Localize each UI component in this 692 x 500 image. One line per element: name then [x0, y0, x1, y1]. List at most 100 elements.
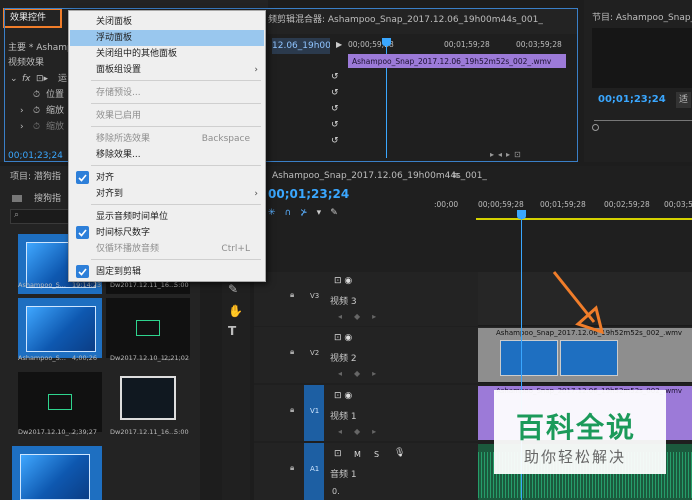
menu-item-close-panel[interactable]: 关闭面板 — [70, 14, 264, 30]
timeline-ruler-tick: 00;02;59;28 — [604, 200, 650, 209]
lock-icon[interactable]: 🔒︎ — [290, 463, 294, 473]
tools-panel: ✎ ✋ T — [222, 272, 250, 500]
menu-item-float-panel[interactable]: 浮动面板 — [70, 30, 264, 46]
play-icon[interactable]: ▶ — [336, 40, 342, 49]
keyframe-reset-icon[interactable]: ↺ — [331, 72, 339, 82]
ruler-tick: 00;01;59;28 — [444, 40, 490, 49]
track-name: 视频 1 — [330, 412, 357, 422]
project-search-label: 搜狗指 — [34, 194, 62, 204]
timeline-ruler-tick: 00;03;5 — [664, 200, 692, 209]
menu-item-remove-selected-effect[interactable]: 移除所选效果 Backspace — [70, 131, 264, 147]
keyframe-reset-icon[interactable]: ↺ — [331, 120, 339, 130]
keyframe-nav-icon[interactable]: ◂◆▸ — [338, 369, 388, 378]
menu-item-remove-effects[interactable]: 移除效果... — [70, 147, 264, 163]
footer-controls[interactable]: ▸◂▸⊡ — [490, 150, 525, 159]
track-id: A1 — [310, 465, 320, 473]
menu-shortcut: Backspace — [201, 134, 250, 144]
menu-item-label: 对齐 — [96, 173, 115, 183]
timeline-tool-icons[interactable]: ✳∩⊁▾✎ — [268, 208, 347, 218]
effect-controls-timecode[interactable]: 00;01;23;24 — [8, 148, 63, 164]
hand-tool-icon[interactable]: ✋ — [228, 304, 243, 318]
clip-thumbnail — [560, 340, 618, 376]
stopwatch-icon[interactable]: ⏱ — [33, 87, 40, 103]
menu-item-show-audio-time-units[interactable]: 显示音频时间单位 — [70, 209, 264, 225]
keyframe-reset-icon[interactable]: ↺ — [331, 88, 339, 98]
work-area-bar[interactable] — [476, 218, 692, 220]
project-item-name: Dw2017.12.10_... — [18, 428, 75, 436]
mute-button[interactable]: M — [354, 450, 361, 459]
program-scrubber[interactable] — [594, 120, 692, 121]
track-name: 音频 1 — [330, 470, 357, 480]
menu-item-timeline-ruler-numbers[interactable]: 时间标尺数字 — [70, 225, 264, 241]
program-timecode[interactable]: 00;01;23;24 — [598, 92, 666, 108]
project-item-duration: 5:00 — [174, 281, 189, 289]
lock-icon[interactable]: 🔒︎ — [290, 347, 294, 357]
menu-item-snap[interactable]: 对齐 — [70, 170, 264, 186]
program-title[interactable]: 节目: Ashampoo_Snap_2017.12.06_19h00m — [592, 10, 692, 26]
menu-shortcut: Ctrl+L — [221, 244, 250, 254]
menu-item-label: 对齐到 — [96, 189, 124, 199]
stopwatch-icon[interactable]: ⏱ — [33, 103, 40, 119]
expand-icon[interactable]: › — [20, 119, 24, 135]
menu-item-loop-audio-only[interactable]: 仅循环播放音频 Ctrl+L — [70, 241, 264, 257]
menu-separator — [91, 165, 261, 166]
submenu-arrow-icon: › — [254, 65, 258, 75]
type-tool-icon[interactable]: T — [228, 324, 236, 338]
expand-icon[interactable]: › — [20, 103, 24, 119]
program-fit-label[interactable]: 适 — [676, 92, 692, 108]
menu-item-save-preset[interactable]: 存储预设... — [70, 85, 264, 101]
track-header-v2: 🔒︎ V2 ⊡ ◉ 视频 2 ◂◆▸ — [254, 327, 478, 383]
watermark-title: 百科全说 — [516, 411, 637, 444]
track-controls-icon[interactable]: ⊡ ◉ — [334, 333, 352, 343]
microphone-icon[interactable]: 🎙︎ — [394, 448, 405, 458]
project-title[interactable]: 项目: 潜狗指 — [10, 169, 61, 185]
keyframe-reset-icon[interactable]: ↺ — [331, 104, 339, 114]
timeline-menu-icon[interactable]: ≡ — [452, 168, 460, 184]
stopwatch-icon[interactable]: ⏱ — [33, 119, 40, 135]
solo-button[interactable]: S — [374, 450, 379, 459]
menu-item-pin-to-clip[interactable]: 固定到剪辑 — [70, 264, 264, 280]
timeline-ruler-tick: 00;01;59;28 — [540, 200, 586, 209]
project-item-duration: 19;14;23 — [72, 281, 102, 289]
keyframe-nav-icon[interactable]: ◂◆▸ — [338, 312, 388, 321]
scale-label: 缩放 — [46, 106, 65, 116]
project-item-thumbnail[interactable] — [106, 298, 190, 358]
track-id: V3 — [310, 292, 320, 300]
keyframe-reset-icon[interactable]: ↺ — [331, 136, 339, 146]
project-item-thumbnail[interactable] — [120, 376, 176, 420]
track-header-v1: 🔒︎ V1 ⊡ ◉ 视频 1 ◂◆▸ — [254, 385, 478, 441]
menu-item-effect-enabled[interactable]: 效果已启用 — [70, 108, 264, 124]
project-item-duration: 2;39;27 — [72, 428, 98, 436]
project-item-thumbnail[interactable] — [18, 372, 102, 432]
playhead-handle[interactable] — [382, 38, 391, 46]
track-id: V2 — [310, 349, 320, 357]
track-controls-icon[interactable]: ⊡ ◉ — [334, 391, 352, 401]
keyframe-nav-icon[interactable]: ◂◆▸ — [338, 427, 388, 436]
menu-separator — [91, 204, 261, 205]
audio-level-value[interactable]: 0. — [332, 487, 340, 496]
project-item-thumbnail[interactable] — [12, 446, 102, 500]
audio-mixer-title[interactable]: 频剪辑混合器: Ashampoo_Snap_2017.12.06_19h00m4… — [268, 12, 578, 28]
watermark: 百科全说 助你轻松解决 — [494, 390, 666, 474]
lock-icon[interactable]: 🔒︎ — [290, 290, 294, 300]
menu-item-close-others[interactable]: 关闭组中的其他面板 — [70, 46, 264, 62]
track-controls-icon[interactable]: ⊡ — [334, 449, 342, 459]
menu-item-snap-to[interactable]: 对齐到 › — [70, 186, 264, 202]
timeline-ruler-tick: 00;00;59;28 — [478, 200, 524, 209]
program-scrubber-handle[interactable] — [592, 124, 599, 131]
source-label: 主要 * Ashampoo_Snap — [8, 43, 70, 53]
motion-label: 运 — [58, 74, 68, 84]
menu-item-label: 浮动面板 — [96, 33, 133, 43]
fx-chevron-icon[interactable]: ⌄ — [10, 71, 18, 87]
timeline-timecode[interactable]: 00;01;23;24 — [268, 187, 349, 201]
project-item-thumbnail[interactable] — [18, 298, 102, 358]
menu-item-panel-group-settings[interactable]: 面板组设置 › — [70, 62, 264, 78]
effect-controls-tab-label[interactable]: 效果控件 — [10, 10, 46, 26]
project-item-name: Ashampoo_S... — [18, 354, 66, 362]
track-controls-icon[interactable]: ⊡ ◉ — [334, 276, 352, 286]
lock-icon[interactable]: 🔒︎ — [290, 405, 294, 415]
pen-tool-icon[interactable]: ✎ — [228, 282, 238, 296]
search-input[interactable] — [10, 209, 74, 224]
menu-separator — [91, 259, 261, 260]
motion-icon: ⊡▸ — [36, 74, 49, 84]
